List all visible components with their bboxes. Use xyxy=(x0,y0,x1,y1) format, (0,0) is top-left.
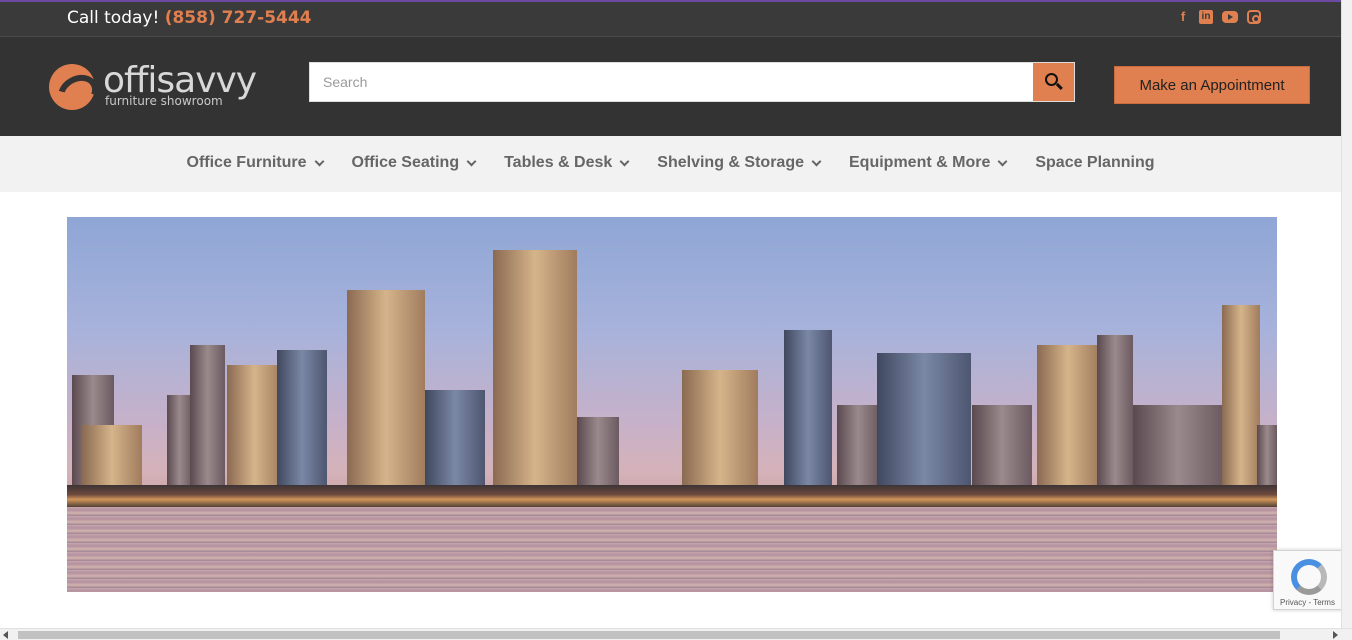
nav-item-label: Space Planning xyxy=(1035,154,1155,171)
nav-item-label: Office Furniture xyxy=(186,154,307,171)
skyline-building xyxy=(837,405,879,485)
chevron-down-icon xyxy=(619,156,630,166)
phone-link[interactable]: (858) 727-5444 xyxy=(165,8,312,28)
shoreline xyxy=(67,485,1277,509)
site-logo[interactable]: offisavvy furniture showroom xyxy=(49,60,269,114)
skyline-building xyxy=(277,350,327,485)
social-links: f in xyxy=(1176,10,1261,24)
nav-item-label: Office Seating xyxy=(351,154,460,171)
horizontal-scrollbar[interactable] xyxy=(0,628,1352,640)
call-today: Call today! (858) 727-5444 xyxy=(67,8,312,28)
chevron-down-icon xyxy=(997,156,1008,166)
skyline-building xyxy=(1257,425,1277,485)
scrollbar-thumb[interactable] xyxy=(18,631,1280,639)
bay-water xyxy=(67,507,1277,592)
nav-item-space-planning[interactable]: Space Planning xyxy=(1035,154,1154,172)
skyline-building xyxy=(425,390,485,485)
recaptcha-terms[interactable]: Privacy - Terms xyxy=(1280,598,1335,607)
youtube-icon[interactable] xyxy=(1222,11,1238,23)
nav-item-office-seating[interactable]: Office Seating xyxy=(351,154,477,172)
skyline-building xyxy=(493,250,577,485)
nav-item-office-furniture[interactable]: Office Furniture xyxy=(186,154,324,172)
search-button[interactable] xyxy=(1033,63,1074,101)
skyline-building xyxy=(1097,335,1133,485)
nav-item-equipment-more[interactable]: Equipment & More xyxy=(849,154,1008,172)
vertical-scrollbar[interactable] xyxy=(1341,0,1352,628)
skyline-building xyxy=(972,405,1032,485)
skyline-building xyxy=(347,290,425,485)
scroll-left-arrow-icon[interactable] xyxy=(3,631,8,639)
chevron-down-icon xyxy=(466,156,477,166)
chevron-down-icon xyxy=(314,156,324,166)
nav-item-label: Tables & Desk xyxy=(504,154,613,171)
nav-item-label: Shelving & Storage xyxy=(657,154,804,171)
skyline-building xyxy=(1222,305,1260,485)
main-navigation: Office Furniture Office Seating Tables &… xyxy=(0,136,1341,192)
site-header: offisavvy furniture showroom Search Make… xyxy=(0,36,1341,136)
search-input[interactable]: Search xyxy=(309,62,1075,102)
skyline-building xyxy=(682,370,758,485)
chevron-down-icon xyxy=(811,156,822,166)
skyline-building xyxy=(877,353,971,485)
make-appointment-button[interactable]: Make an Appointment xyxy=(1114,66,1310,104)
top-bar: Call today! (858) 727-5444 f in xyxy=(0,0,1341,36)
skyline-building xyxy=(1037,345,1099,485)
instagram-icon[interactable] xyxy=(1247,10,1261,24)
facebook-icon[interactable]: f xyxy=(1176,10,1190,24)
search-icon xyxy=(1045,73,1058,86)
linkedin-icon[interactable]: in xyxy=(1199,10,1213,24)
nav-item-shelving-storage[interactable]: Shelving & Storage xyxy=(657,154,822,172)
nav-item-tables-desk[interactable]: Tables & Desk xyxy=(504,154,630,172)
skyline-building xyxy=(577,417,619,485)
logo-mark-icon xyxy=(49,64,95,110)
nav-item-label: Equipment & More xyxy=(849,154,991,171)
scroll-right-arrow-icon[interactable] xyxy=(1333,631,1338,639)
skyline-building xyxy=(1133,405,1223,485)
skyline-building xyxy=(167,395,192,485)
logo-tagline: furniture showroom xyxy=(105,94,223,108)
skyline-building xyxy=(82,425,142,485)
skyline-building xyxy=(784,330,832,485)
skyline-building xyxy=(190,345,225,485)
call-label: Call today! xyxy=(67,8,160,28)
hero-skyline-image xyxy=(67,217,1277,592)
recaptcha-badge[interactable]: Privacy - Terms xyxy=(1273,550,1343,610)
skyline-building xyxy=(227,365,282,485)
recaptcha-icon xyxy=(1291,559,1327,595)
search-placeholder: Search xyxy=(323,74,368,90)
